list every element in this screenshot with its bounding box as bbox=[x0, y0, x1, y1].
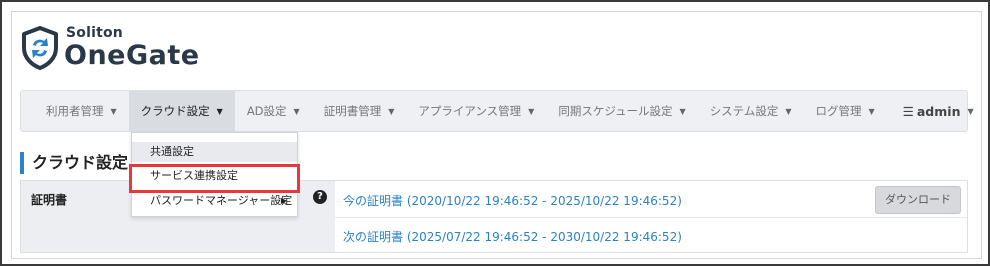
screenshot-frame: Soliton OneGate 利用者管理 ▼ クラウド設定 ▼ AD設定 ▼ 証明書… bbox=[0, 0, 990, 266]
help-icon[interactable]: ? bbox=[313, 190, 327, 204]
caret-down-icon: ▼ bbox=[528, 106, 535, 116]
nav-item-appliance-management[interactable]: アプライアンス管理 ▼ bbox=[406, 91, 546, 131]
caret-down-icon: ▼ bbox=[110, 106, 117, 116]
logo-brand-text: Soliton bbox=[66, 25, 123, 41]
main-nav: 利用者管理 ▼ クラウド設定 ▼ AD設定 ▼ 証明書管理 ▼ アプライアンス管理 ▼ 同… bbox=[20, 90, 974, 132]
nav-label: システム設定 bbox=[709, 104, 779, 118]
caret-down-icon: ▼ bbox=[785, 106, 792, 116]
certificate-row-current: 今の証明書 (2020/10/22 19:46:52 - 2025/10/22 … bbox=[335, 181, 967, 217]
caret-down-icon: ▼ bbox=[868, 106, 875, 116]
caret-right-icon: ▶ bbox=[280, 196, 287, 205]
dropdown-item-password-manager[interactable]: パスワードマネージャー設定 ▶ bbox=[132, 191, 297, 211]
caret-down-icon: ▼ bbox=[388, 106, 395, 116]
nav-item-log-management[interactable]: ログ管理 ▼ bbox=[804, 91, 887, 131]
nav-item-certificate-management[interactable]: 証明書管理 ▼ bbox=[312, 91, 407, 131]
dropdown-item-label: パスワードマネージャー設定 bbox=[150, 194, 293, 207]
nav-label: クラウド設定 bbox=[140, 104, 210, 118]
caret-down-icon: ▼ bbox=[293, 106, 300, 116]
nav-label: 証明書管理 bbox=[323, 104, 382, 118]
nav-item-user-management[interactable]: 利用者管理 ▼ bbox=[34, 91, 129, 131]
dropdown-item-common-settings[interactable]: 共通設定 bbox=[132, 142, 297, 162]
caret-down-icon: ▼ bbox=[967, 106, 974, 116]
logo-product-text: OneGate bbox=[64, 40, 200, 71]
nav-label: AD設定 bbox=[246, 104, 287, 118]
hamburger-icon: ☰ bbox=[902, 103, 914, 119]
nav-item-admin-menu[interactable]: ☰ admin ▼ bbox=[891, 91, 986, 131]
app-logo[interactable]: Soliton OneGate bbox=[20, 22, 200, 74]
current-certificate-link[interactable]: 今の証明書 (2020/10/22 19:46:52 - 2025/10/22 … bbox=[343, 192, 682, 209]
admin-label: admin bbox=[916, 103, 961, 119]
page-title: クラウド設定 bbox=[20, 152, 128, 174]
nav-item-ad-settings[interactable]: AD設定 ▼ bbox=[235, 91, 312, 131]
nav-item-cloud-settings[interactable]: クラウド設定 ▼ bbox=[128, 91, 235, 131]
next-certificate-link[interactable]: 次の証明書 (2025/07/22 19:46:52 - 2030/10/22 … bbox=[343, 228, 682, 245]
download-button[interactable]: ダウンロード bbox=[875, 186, 961, 214]
caret-down-icon: ▼ bbox=[679, 106, 686, 116]
nav-item-sync-schedule[interactable]: 同期スケジュール設定 ▼ bbox=[546, 91, 697, 131]
certificate-row-next: 次の証明書 (2025/07/22 19:46:52 - 2030/10/22 … bbox=[335, 217, 967, 253]
dropdown-item-service-integration[interactable]: サービス連携設定 bbox=[132, 166, 297, 186]
nav-label: ログ管理 bbox=[815, 104, 862, 118]
certificate-label: 証明書 bbox=[31, 193, 68, 207]
cloud-settings-dropdown: 共通設定 サービス連携設定 パスワードマネージャー設定 ▶ bbox=[131, 132, 298, 217]
nav-item-system-settings[interactable]: システム設定 ▼ bbox=[698, 91, 804, 131]
nav-label: 同期スケジュール設定 bbox=[558, 104, 673, 118]
nav-label: アプライアンス管理 bbox=[418, 104, 522, 118]
caret-down-icon: ▼ bbox=[216, 106, 223, 116]
onegate-shield-icon bbox=[22, 26, 58, 70]
nav-label: 利用者管理 bbox=[46, 104, 104, 118]
